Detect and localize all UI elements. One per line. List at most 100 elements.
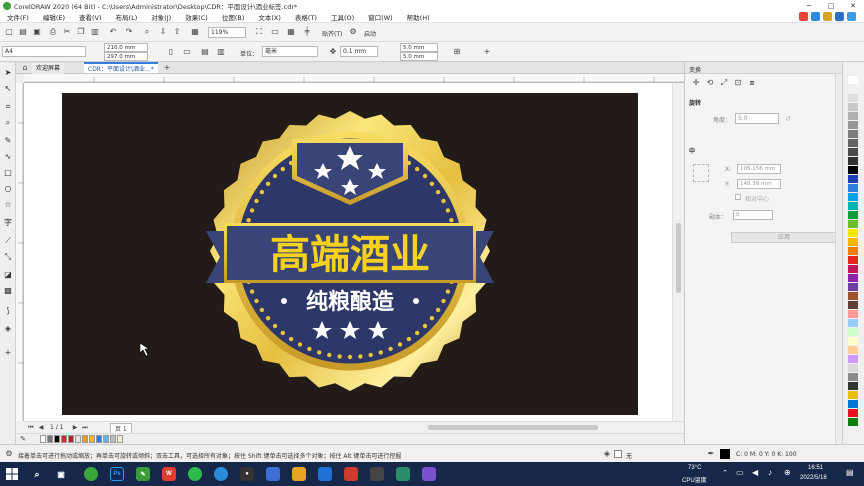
volume-icon[interactable]: ◀	[752, 468, 758, 477]
add-tool-icon[interactable]: +	[3, 348, 13, 358]
duplicate-distance-x-input[interactable]: 5.0 mm	[400, 43, 438, 52]
horizontal-ruler[interactable]	[24, 74, 684, 83]
menu-bitmaps[interactable]: 位图(B)	[215, 12, 252, 22]
palette-color-swatch[interactable]	[848, 112, 858, 120]
notification-icon[interactable]: ▤	[846, 468, 854, 477]
palette-swatch[interactable]	[82, 435, 88, 443]
portrait-icon[interactable]: ▯	[166, 47, 176, 57]
snap-to-dropdown[interactable]: 贴齐(T)	[322, 29, 342, 38]
palette-color-swatch[interactable]	[848, 418, 858, 426]
menu-tools[interactable]: 工具(O)	[324, 12, 361, 22]
palette-swatch[interactable]	[61, 435, 67, 443]
parallel-dimension-icon[interactable]: ⟋	[3, 236, 13, 246]
redo-icon[interactable]: ↷	[124, 27, 134, 37]
scale-mirror-icon[interactable]: ⤢	[719, 78, 729, 88]
polygon-tool-icon[interactable]: ☆	[3, 200, 13, 210]
search-icon[interactable]: ⌕	[30, 467, 44, 481]
task-view-icon[interactable]: ▣	[54, 467, 68, 481]
y-position-input[interactable]: 148.39 mm	[737, 179, 781, 189]
position-icon[interactable]: ✛	[691, 78, 701, 88]
menu-object[interactable]: 对象(J)	[144, 12, 178, 22]
palette-swatch[interactable]	[103, 435, 109, 443]
palette-color-swatch[interactable]	[848, 220, 858, 228]
shape-tool-icon[interactable]: ↖	[3, 84, 13, 94]
pick-tool-icon[interactable]: ➤	[3, 68, 13, 78]
palette-swatch[interactable]	[47, 435, 53, 443]
palette-color-swatch[interactable]	[848, 94, 858, 102]
vertical-scroll-thumb[interactable]	[676, 223, 681, 293]
palette-swatch[interactable]	[40, 435, 46, 443]
page-width-input[interactable]: 210.0 mm	[104, 43, 148, 52]
palette-color-swatch[interactable]	[848, 301, 858, 309]
eyedropper-small-icon[interactable]: ✎	[18, 434, 28, 444]
app-purple-icon[interactable]	[422, 467, 436, 481]
options-gear-icon[interactable]: ⚙	[348, 27, 358, 37]
unit-of-measure-icon[interactable]: ⊞	[452, 47, 462, 57]
all-pages-icon[interactable]: ▤	[200, 47, 210, 57]
search-content-icon[interactable]: ⌕	[142, 27, 152, 37]
menu-file[interactable]: 文件(F)	[0, 12, 36, 22]
save-icon[interactable]: ▣	[32, 27, 42, 37]
clock-date[interactable]: 2022/5/18	[800, 475, 827, 481]
palette-color-swatch[interactable]	[848, 391, 858, 399]
palette-color-swatch[interactable]	[848, 310, 858, 318]
account-icon[interactable]	[835, 12, 844, 21]
palette-color-swatch[interactable]	[848, 148, 858, 156]
palette-color-swatch[interactable]	[848, 166, 858, 174]
next-page-icon[interactable]: ▶	[70, 423, 80, 433]
nudge-distance-input[interactable]: 0.1 mm	[340, 46, 378, 57]
palette-color-swatch[interactable]	[848, 274, 858, 282]
palette-color-swatch[interactable]	[848, 229, 858, 237]
page-size-select[interactable]: A4	[2, 46, 86, 57]
menu-help[interactable]: 帮助(H)	[400, 12, 437, 22]
menu-view[interactable]: 查看(V)	[72, 12, 109, 22]
horizontal-scroll-thumb[interactable]	[428, 425, 598, 430]
palette-color-swatch[interactable]	[848, 382, 858, 390]
app-blue-icon[interactable]	[214, 467, 228, 481]
file-explorer-icon[interactable]	[292, 467, 306, 481]
photoshop-icon[interactable]: Ps	[110, 467, 124, 481]
menu-window[interactable]: 窗口(W)	[361, 12, 400, 22]
rectangle-tool-icon[interactable]: □	[3, 168, 13, 178]
zoom-level-select[interactable]: 119%	[208, 27, 246, 38]
new-tab-plus-icon[interactable]: +	[162, 63, 172, 73]
full-screen-icon[interactable]: ⛶	[254, 27, 264, 37]
apply-button[interactable]: 应用	[731, 232, 837, 243]
paste-icon[interactable]: ▥	[90, 27, 100, 37]
show-grid-icon[interactable]: ▦	[286, 27, 296, 37]
eyedropper-icon[interactable]: ⟆	[3, 306, 13, 316]
learn-icon[interactable]	[823, 12, 832, 21]
ruler-origin[interactable]	[16, 74, 24, 83]
anchor-point-grid[interactable]	[693, 164, 709, 182]
palette-color-swatch[interactable]	[848, 265, 858, 273]
menu-table[interactable]: 表格(T)	[288, 12, 324, 22]
copy-icon[interactable]: ❐	[76, 27, 86, 37]
duplicate-distance-y-input[interactable]: 5.0 mm	[400, 52, 438, 61]
export-icon[interactable]: ⇧	[172, 27, 182, 37]
palette-color-swatch[interactable]	[848, 364, 858, 372]
tab-current-document[interactable]: CDR：平面设计\酒业...*	[84, 62, 158, 73]
palette-swatch[interactable]	[89, 435, 95, 443]
freehand-tool-icon[interactable]: ✎	[3, 136, 13, 146]
crop-tool-icon[interactable]: ⌗	[3, 102, 13, 112]
label-title-text[interactable]: 高端酒业	[270, 232, 430, 278]
cut-icon[interactable]: ✂	[62, 27, 72, 37]
palette-color-swatch[interactable]	[848, 121, 858, 129]
outline-color-swatch[interactable]	[720, 449, 730, 459]
palette-color-swatch[interactable]	[848, 184, 858, 192]
artistic-media-icon[interactable]: ∿	[3, 152, 13, 162]
drawing-canvas[interactable]: 高端酒业 纯粮酿造	[24, 83, 672, 421]
show-guidelines-icon[interactable]: ╪	[302, 27, 312, 37]
interactive-fill-icon[interactable]: ◈	[3, 324, 13, 334]
transparency-icon[interactable]: ▩	[3, 286, 13, 296]
app-tool-icon[interactable]	[318, 467, 332, 481]
text-tool-icon[interactable]: 字	[3, 218, 13, 228]
palette-color-swatch[interactable]	[848, 238, 858, 246]
print-icon[interactable]: ⎙	[48, 27, 58, 37]
palette-color-swatch[interactable]	[848, 247, 858, 255]
network-icon[interactable]: ▭	[736, 468, 744, 477]
app-dark-icon[interactable]	[370, 467, 384, 481]
palette-swatch[interactable]	[75, 435, 81, 443]
menu-layout[interactable]: 布局(L)	[109, 12, 145, 22]
status-gear-icon[interactable]: ⚙	[4, 449, 14, 459]
